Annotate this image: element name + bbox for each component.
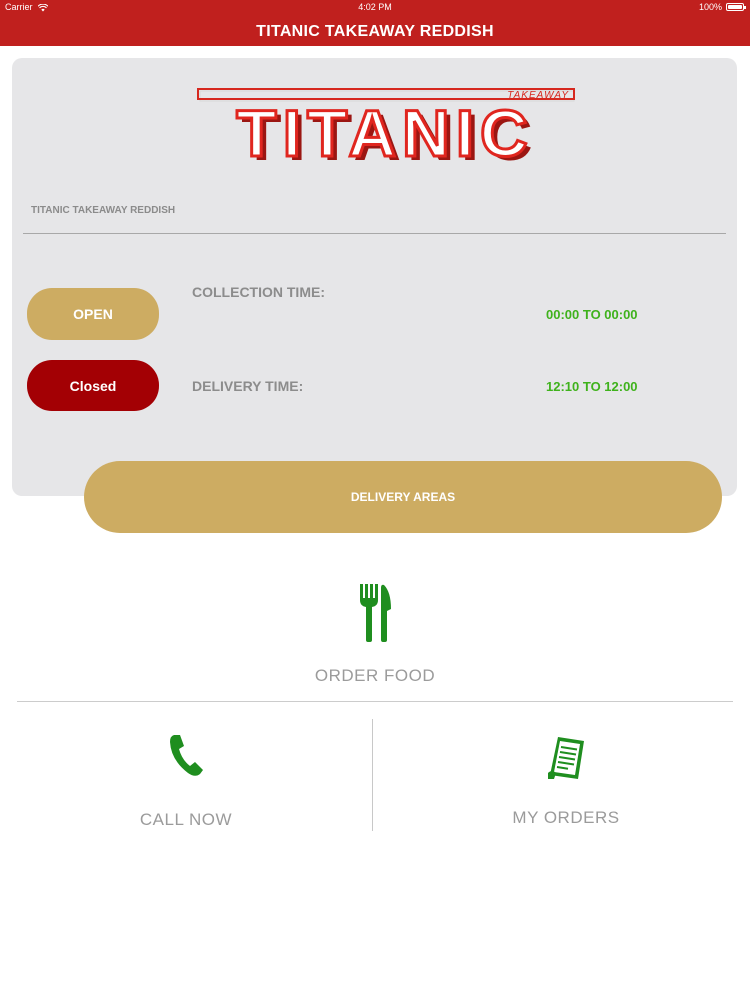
receipt-icon — [548, 737, 584, 779]
call-now-label: CALL NOW — [139, 810, 233, 829]
fork-knife-icon — [360, 584, 391, 642]
order-food-label: ORDER FOOD — [314, 666, 436, 685]
battery-icon — [726, 3, 746, 11]
titanic-logo: TAKEAWAY TITANIC TITANIC — [197, 88, 575, 163]
my-orders-label: MY ORDERS — [512, 808, 620, 827]
restaurant-info-card: TAKEAWAY TITANIC TITANIC TITANIC TAKEAWA… — [12, 58, 737, 496]
store-name: TITANIC TAKEAWAY REDDISH — [31, 205, 176, 216]
status-time: 4:02 PM — [358, 2, 392, 12]
my-orders-item[interactable]: MY ORDERS — [466, 735, 666, 835]
delivery-time-value: 12:10 TO 12:00 — [546, 379, 638, 394]
menu-divider-vertical — [372, 719, 373, 831]
open-button[interactable]: OPEN — [27, 288, 159, 340]
menu-divider-horizontal — [17, 701, 733, 702]
call-now-item[interactable]: CALL NOW — [86, 730, 286, 835]
page-title: TITANIC TAKEAWAY REDDISH — [256, 23, 494, 40]
collection-time-label: COLLECTION TIME: — [192, 284, 325, 300]
delivery-time-label: DELIVERY TIME: — [192, 378, 304, 394]
delivery-areas-button[interactable]: DELIVERY AREAS — [84, 461, 722, 533]
closed-button[interactable]: Closed — [27, 360, 159, 411]
phone-icon — [170, 735, 203, 776]
battery-percent: 100% — [698, 2, 722, 12]
status-battery: 100% — [698, 2, 746, 12]
collection-time-value: 00:00 TO 00:00 — [546, 307, 638, 322]
top-bar: Carrier 4:02 PM 100% TITANIC TAKEAWAY RE… — [0, 0, 750, 46]
logo-main-text: TITANIC — [236, 96, 533, 163]
order-food-item[interactable]: ORDER FOOD — [275, 582, 475, 692]
store-divider — [23, 233, 726, 234]
